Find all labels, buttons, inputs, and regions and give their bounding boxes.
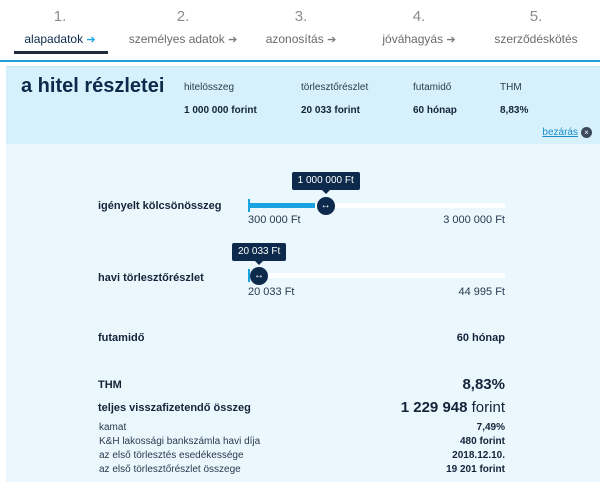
total-value: 1 229 948 forint (401, 399, 505, 416)
loan-amount-label: igényelt kölcsönösszeg (98, 200, 222, 212)
step-szemelyes-adatok[interactable]: 2. személyes adatok ➔ (124, 0, 242, 62)
step-label: személyes adatok (128, 32, 225, 46)
arrow-right-icon: ➔ (446, 34, 456, 46)
breakdown-label: az első törlesztőrészlet összege (99, 464, 241, 475)
summary-label: THM (500, 82, 522, 93)
summary-value: 8,83% (500, 105, 529, 116)
summary-term: futamidő 60 hónap (413, 82, 457, 116)
stepper-divider (0, 60, 600, 62)
thm-label: THM (98, 379, 122, 391)
step-number: 1. (53, 8, 67, 25)
summary-installment: törlesztőrészlet 20 033 forint (301, 82, 368, 116)
step-number: 5. (529, 8, 543, 25)
summary-value: 20 033 forint (301, 105, 360, 116)
close-icon: × (581, 127, 592, 138)
step-number: 2. (176, 8, 190, 25)
installment-tooltip: 20 033 Ft (232, 243, 287, 265)
loan-amount-max: 3 000 000 Ft (443, 214, 505, 226)
summary-value: 60 hónap (413, 105, 457, 116)
step-label: alapadatok (24, 32, 84, 46)
progress-stepper: 1. alapadatok ➔ 2. személyes adatok ➔ 3.… (0, 0, 600, 62)
step-label: szerződéskötés (494, 32, 578, 46)
step-label: jóváhagyás (382, 32, 444, 46)
breakdown-label: kamat (99, 422, 127, 433)
step-azonositas[interactable]: 3. azonosítás ➔ (255, 0, 347, 62)
arrow-right-icon: ➔ (228, 34, 238, 46)
drag-arrows-icon: ↔ (320, 200, 331, 211)
close-details-link[interactable]: bezárás × (542, 127, 592, 138)
installment-handle[interactable]: ↔ (250, 267, 268, 285)
breakdown-value: 480 forint (459, 436, 505, 447)
summary-title: a hitel részletei (21, 75, 165, 97)
arrow-right-icon: ➔ (86, 34, 96, 46)
summary-label: hitelösszeg (184, 82, 235, 93)
step-szerzodeskotes[interactable]: 5. szerződéskötés (486, 0, 586, 62)
summary-label: futamidő (413, 82, 452, 93)
close-label: bezárás (542, 127, 578, 139)
summary-thm: THM 8,83% (500, 82, 528, 116)
term-value: 60 hónap (456, 332, 505, 344)
arrow-right-icon: ➔ (327, 34, 337, 46)
total-label: teljes visszafizetendő összeg (98, 402, 251, 414)
loan-details-panel: igényelt kölcsönösszeg 1 000 000 Ft ↔ 30… (6, 144, 600, 482)
active-step-indicator (14, 51, 108, 54)
summary-label: törlesztőrészlet (301, 82, 369, 93)
total-unit: forint (471, 399, 505, 416)
loan-amount-handle[interactable]: ↔ (316, 197, 335, 215)
slider-fill (248, 203, 315, 208)
loan-amount-tooltip: 1 000 000 Ft (291, 172, 360, 194)
installment-max: 44 995 Ft (458, 286, 505, 298)
term-label: futamidő (98, 332, 145, 344)
step-label: azonosítás (265, 32, 324, 46)
installment-min: 20 033 Ft (248, 286, 295, 298)
installment-label: havi törlesztőrészlet (98, 272, 204, 284)
total-amount: 1 229 948 (400, 399, 468, 416)
thm-value: 8,83% (462, 376, 505, 393)
step-number: 4. (412, 8, 426, 25)
step-number: 3. (294, 8, 308, 25)
breakdown-value: 19 201 forint (446, 464, 505, 475)
installment-slider[interactable] (248, 269, 505, 282)
step-jovahagyas[interactable]: 4. jóváhagyás ➔ (372, 0, 466, 62)
breakdown-label: K&H lakossági bankszámla havi díja (99, 436, 261, 447)
drag-arrows-icon: ↔ (254, 270, 264, 281)
summary-value: 1 000 000 forint (184, 105, 257, 116)
loan-amount-slider[interactable] (248, 199, 505, 212)
summary-loan-amount: hitelösszeg 1 000 000 forint (184, 82, 257, 116)
breakdown-value: 7,49% (476, 422, 505, 433)
loan-amount-min: 300 000 Ft (248, 214, 301, 226)
loan-summary: a hitel részletei hitelösszeg 1 000 000 … (6, 66, 600, 144)
breakdown-value: 2018.12.10. (452, 450, 505, 461)
breakdown-label: az első törlesztés esedékessége (99, 450, 244, 461)
